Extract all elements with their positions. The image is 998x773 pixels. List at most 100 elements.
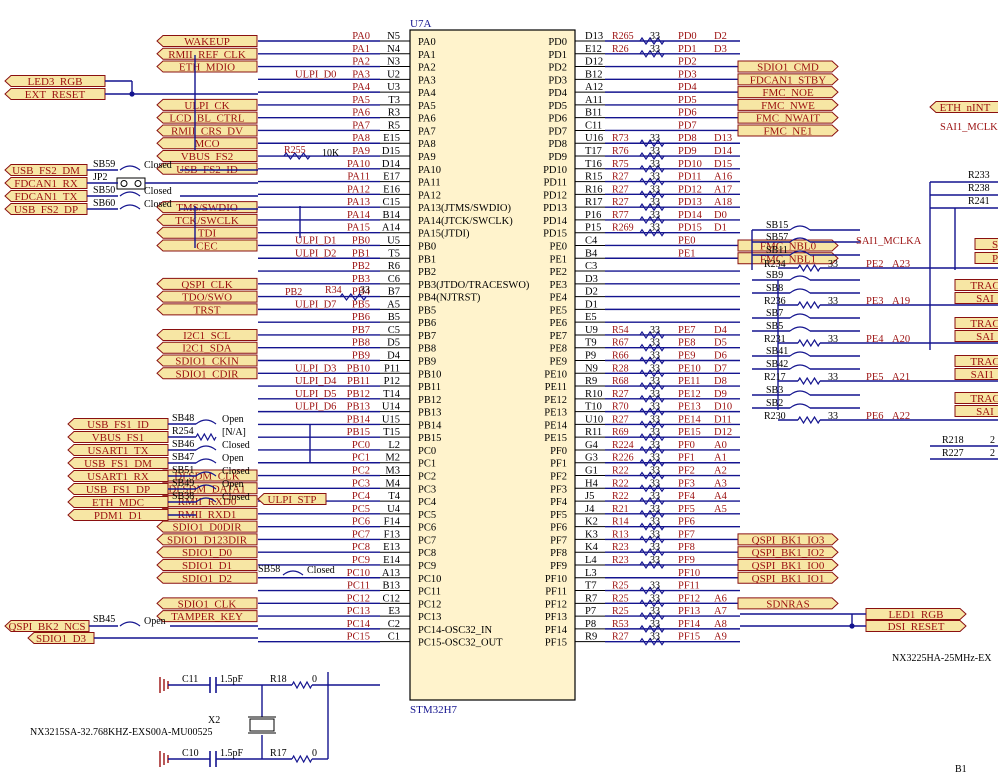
right-bus-signal: D13	[714, 133, 732, 144]
right-edge-port-label: P	[992, 253, 998, 265]
left-net-name: PC4	[352, 491, 371, 502]
fs1-link-state: Open	[222, 414, 244, 425]
right-pin-name: PE8	[549, 344, 567, 355]
right-edge-port-label: SAI	[976, 293, 994, 305]
right-resistor	[797, 376, 821, 386]
left-net-name: PB13	[347, 402, 370, 413]
left-net-name: PB0	[352, 235, 370, 246]
fs1-port-label: PDM1_D1	[94, 510, 142, 522]
right-net-name: PF10	[678, 568, 700, 579]
right-net-name: PF3	[678, 478, 695, 489]
right-pin-name: PD14	[543, 216, 568, 227]
series-resistor-designator: R25	[612, 606, 629, 617]
right-net-name: PD15	[678, 223, 702, 234]
left-pin-name: PB4(NJTRST)	[418, 293, 481, 304]
series-resistor-designator: R26	[612, 44, 629, 55]
left-net-name: PC11	[347, 581, 370, 592]
series-resistor-designator: R226	[612, 453, 634, 464]
left-net-name: PB7	[352, 325, 370, 336]
right-pin-name: PD7	[548, 126, 567, 137]
left-pin-name: PA13(JTMS/SWDIO)	[418, 203, 511, 214]
left-net-name: PA9	[352, 146, 370, 157]
left-pin-number: C12	[382, 593, 400, 604]
left-pin-number: P12	[384, 376, 400, 387]
right-resistor	[797, 300, 821, 310]
left-net-name: PB3	[352, 274, 370, 285]
right-pin-name: PF10	[545, 574, 567, 585]
ulpi-stp-port-label: ULPI_STP	[268, 494, 317, 506]
left-port-label: SDIO1_CKIN	[175, 356, 239, 368]
left-pin-number: P11	[384, 363, 400, 374]
fs1-link-state: Open	[222, 453, 244, 464]
right-pin-number: E12	[585, 44, 602, 55]
left-port-label: TRST	[194, 304, 221, 316]
right-pin-name: PF13	[545, 612, 567, 623]
left-pin-number: B14	[382, 210, 400, 221]
right-net-name: PD3	[678, 69, 697, 80]
series-resistor-designator: R13	[612, 529, 629, 540]
series-resistor-designator: R76	[612, 146, 629, 157]
series-resistor-value: 33	[650, 402, 660, 413]
right-bus-signal: D9	[714, 389, 727, 400]
left-pin-number: C1	[388, 632, 400, 643]
left-pin-number: N4	[387, 44, 401, 55]
series-resistor-designator: R75	[612, 159, 629, 170]
left-port-label: SDIO1_D0	[182, 547, 233, 559]
left-pin-name: PB10	[418, 369, 441, 380]
left-pin-name: PC13	[418, 612, 441, 623]
left-pin-name: PC12	[418, 599, 441, 610]
left-port-label: LCD_BL_CTRL	[169, 113, 244, 125]
c10-value: 1.5pF	[220, 748, 244, 759]
left-pin-number: U5	[387, 235, 400, 246]
right-port-label: SDIO1_CMD	[757, 62, 819, 74]
sb60-jumper	[119, 204, 141, 210]
fs1-jumper	[195, 419, 217, 425]
left-net-name: PA3	[352, 69, 370, 80]
sb60-label: SB60	[93, 198, 115, 209]
right-pin-name: PE10	[544, 369, 567, 380]
left-net-name: PC7	[352, 529, 370, 540]
left-pin-number: D5	[387, 338, 400, 349]
right-pin-number: U10	[585, 414, 603, 425]
fs1-link-state: Closed	[222, 440, 250, 451]
left-pin-number: A13	[382, 568, 400, 579]
left-pin-number: U2	[387, 69, 400, 80]
left-pin-number: N3	[387, 57, 400, 68]
series-resistor-designator: R224	[612, 440, 634, 451]
schematic-sheet: U7A STM32H7 N5 PA0 N4 PA1 N3 PA2 U2 PA3 U3 PA4 T3 PA5…	[0, 0, 998, 773]
series-resistor-value: 33	[650, 363, 660, 374]
left-pin-name: PA15(JTDI)	[418, 229, 470, 240]
left-net-name: PB1	[352, 248, 370, 259]
r218-value: 2	[990, 435, 995, 446]
right-pin-name: PF8	[550, 548, 567, 559]
series-resistor-value: 33	[650, 376, 660, 387]
right-port-label: FDCAN1_STBY	[750, 74, 826, 86]
sb58-state: Closed	[307, 565, 335, 576]
left-net-name: PA14	[347, 210, 371, 221]
series-resistor-designator: R22	[612, 491, 629, 502]
right-pin-number: R9	[585, 376, 597, 387]
left-pin-name: PB0	[418, 241, 436, 252]
right-pin-name: PF2	[550, 472, 567, 483]
left-pin-name: PA0	[418, 37, 436, 48]
left-port-label: ETH_MDIO	[179, 62, 235, 74]
right-sb-jumper	[789, 351, 811, 357]
left-port-label: WAKEUP	[184, 36, 230, 48]
r18-label: R18	[270, 674, 287, 685]
right-pin-number: A11	[585, 95, 603, 106]
right-net-name: PD8	[678, 133, 697, 144]
left-port-label: SDIO1_D0DIR	[172, 522, 242, 534]
right-pin-name: PF3	[550, 484, 567, 495]
series-resistor-value: 33	[650, 529, 660, 540]
sb50-label: SB50	[93, 185, 115, 196]
right-pin-number: P15	[585, 223, 601, 234]
qspi-bk2-ncs-port-label: QSPI_BK2_NCS	[8, 621, 85, 633]
left-pin-name: PA11	[418, 178, 441, 189]
left-net-name: PA8	[352, 133, 370, 144]
series-resistor-designator: R269	[612, 223, 634, 234]
junction-dot	[849, 623, 855, 629]
usb-fs2-dp-port-label: USB_FS2_DP	[14, 204, 78, 216]
right-pin-number: T17	[585, 146, 602, 157]
right-pin-number: B4	[585, 248, 598, 259]
left-pin-name: PC8	[418, 548, 436, 559]
